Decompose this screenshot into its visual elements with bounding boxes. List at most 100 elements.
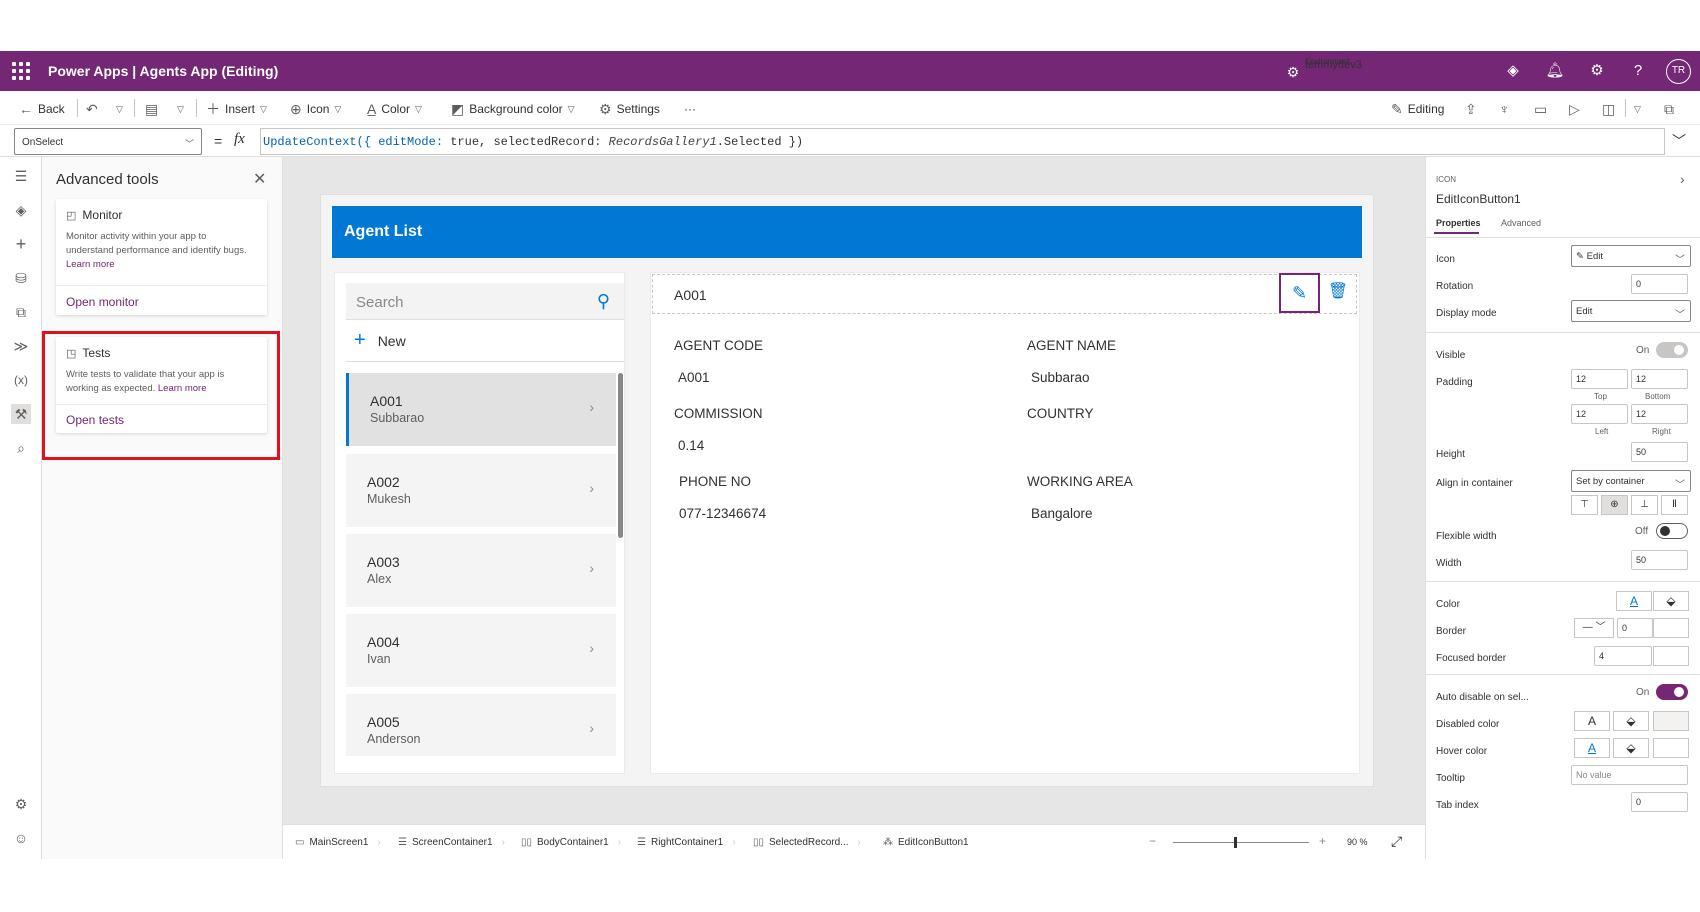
display-mode-dropdown[interactable]: Edit ﹀ — [1571, 300, 1691, 322]
formula-input[interactable]: UpdateContext({ editMode: true, selected… — [260, 128, 1665, 155]
background-color-button[interactable]: ◩ Background color ▽ — [451, 100, 575, 118]
tab-advanced[interactable]: Advanced — [1501, 218, 1541, 228]
breadcrumb-item[interactable]: ☰ RightContainer1 › — [637, 837, 736, 848]
more-button[interactable]: ··· — [684, 100, 696, 118]
preview-button[interactable]: ▷ — [1569, 100, 1580, 118]
list-item[interactable]: A001 Subbarao › — [346, 373, 616, 446]
flexible-width-toggle[interactable] — [1656, 523, 1688, 539]
icon-button[interactable]: ⊕ Icon ▽ — [290, 100, 341, 118]
search-box[interactable]: Search ⚲ — [346, 283, 624, 320]
visible-toggle[interactable] — [1656, 342, 1688, 358]
zoom-out-button[interactable]: − — [1149, 834, 1156, 848]
width-input[interactable]: 50 — [1631, 550, 1688, 570]
app-checker-button[interactable]: ♆ — [1499, 100, 1510, 118]
notifications-icon[interactable]: 🔔︎ — [1545, 61, 1565, 81]
selected-record-header[interactable]: A001 — [652, 274, 1357, 314]
insert-icon[interactable]: + — [11, 234, 31, 254]
padding-right-input[interactable]: 12 — [1631, 404, 1688, 424]
tree-view-icon[interactable]: ◈ — [11, 200, 31, 220]
publish-button[interactable]: ⧉ — [1664, 100, 1674, 118]
list-scrollbar[interactable] — [618, 373, 623, 538]
paste-button[interactable]: ▤ — [145, 100, 158, 118]
property-selector[interactable]: OnSelect ﹀ — [14, 128, 202, 155]
expand-formula-icon[interactable]: ﹀ — [1672, 131, 1686, 151]
comments-button[interactable]: ▭ — [1534, 100, 1547, 118]
user-avatar[interactable]: TR — [1666, 59, 1691, 84]
breadcrumb-item[interactable]: ⁂ EditIconButton1 — [883, 837, 969, 848]
breadcrumb-item[interactable]: ▭ MainScreen1 › — [295, 837, 381, 848]
save-dropdown[interactable]: ▽ — [1634, 100, 1641, 118]
tooltip-input[interactable]: No value — [1571, 765, 1688, 785]
settings-icon[interactable]: ⚙ — [11, 794, 31, 814]
app-launcher-icon[interactable] — [12, 62, 30, 80]
border-style-dropdown[interactable]: — ﹀ — [1574, 618, 1614, 638]
share-button[interactable]: ⇪ — [1465, 100, 1477, 118]
list-item[interactable]: A005 Anderson › — [346, 694, 616, 756]
border-color-swatch[interactable] — [1653, 618, 1689, 638]
zoom-in-button[interactable]: + — [1319, 834, 1326, 848]
virtual-agent-icon[interactable]: ☺ — [11, 828, 31, 848]
settings-gear-icon[interactable]: ⚙ — [1587, 61, 1607, 81]
rotation-input[interactable]: 0 — [1631, 274, 1688, 294]
hover-border-swatch[interactable] — [1653, 738, 1689, 758]
align-bottom-icon[interactable]: ⊥ — [1631, 495, 1658, 515]
border-thickness-input[interactable]: 0 — [1617, 618, 1653, 638]
disabled-fill-icon[interactable]: ⬙ — [1613, 711, 1649, 731]
chevron-right-icon[interactable]: › — [1680, 171, 1685, 187]
close-icon[interactable]: ✕ — [253, 169, 266, 189]
hover-fill-icon[interactable]: ⬙ — [1613, 738, 1649, 758]
auto-disable-toggle[interactable] — [1656, 684, 1688, 700]
save-button[interactable]: ◫ — [1602, 100, 1615, 118]
list-item[interactable]: A002 Mukesh › — [346, 454, 616, 527]
padding-top-input[interactable]: 12 — [1571, 369, 1628, 389]
list-item[interactable]: A004 Ivan › — [346, 614, 616, 687]
breadcrumb-item[interactable]: ☰ ScreenContainer1 › — [398, 837, 505, 848]
monitor-learn-more-link[interactable]: Learn more — [66, 259, 115, 270]
copilot-icon[interactable]: ◈ — [1503, 61, 1523, 81]
focused-border-color-swatch[interactable] — [1653, 646, 1689, 666]
align-top-icon[interactable]: ⊤ — [1571, 495, 1598, 515]
variables-icon[interactable]: (x) — [11, 370, 31, 390]
open-monitor-link[interactable]: Open monitor — [66, 295, 139, 309]
data-icon[interactable]: ⛁ — [11, 268, 31, 288]
new-button[interactable]: + New — [354, 329, 406, 352]
paste-dropdown[interactable]: ▽ — [177, 100, 184, 118]
disabled-font-swatch[interactable]: A — [1574, 711, 1610, 731]
height-input[interactable]: 50 — [1631, 442, 1688, 462]
hamburger-menu-icon[interactable]: ☰ — [11, 166, 31, 186]
editing-button[interactable]: ✎ Editing — [1391, 100, 1444, 118]
zoom-slider[interactable] — [1173, 837, 1309, 848]
align-stretch-icon[interactable]: Ⅱ — [1661, 495, 1688, 515]
advanced-tools-icon[interactable]: ⚒ — [11, 404, 31, 424]
breadcrumb-item[interactable]: ▯▯ BodyContainer1 › — [521, 837, 621, 848]
power-automate-icon[interactable]: ≫ — [11, 336, 31, 356]
search-icon[interactable]: ⌕ — [11, 438, 31, 458]
focused-border-input[interactable]: 4 — [1594, 646, 1652, 666]
padding-bottom-input[interactable]: 12 — [1631, 369, 1688, 389]
media-icon[interactable]: ⧉ — [11, 302, 31, 322]
search-icon[interactable]: ⚲ — [597, 291, 610, 312]
back-button[interactable]: ← Back — [19, 100, 65, 118]
fit-to-window-icon[interactable]: ⤢ — [1391, 833, 1402, 850]
hover-font-swatch[interactable]: A — [1574, 738, 1610, 758]
insert-button[interactable]: ＋ Insert ▽ — [206, 100, 267, 118]
zoom-slider-thumb[interactable] — [1234, 837, 1238, 848]
icon-dropdown[interactable]: ✎ Edit ﹀ — [1571, 245, 1691, 267]
settings-button[interactable]: ⚙ Settings — [599, 100, 660, 118]
color-font-swatch[interactable]: A — [1616, 591, 1652, 611]
padding-left-input[interactable]: 12 — [1571, 404, 1628, 424]
color-button[interactable]: A̲ Color ▽ — [367, 100, 422, 118]
undo-button[interactable]: ↶ — [86, 100, 98, 118]
align-dropdown[interactable]: Set by container ﹀ — [1571, 470, 1691, 492]
help-icon[interactable]: ? — [1628, 61, 1648, 81]
list-item[interactable]: A003 Alex › — [346, 534, 616, 607]
breadcrumb-item[interactable]: ▯▯ SelectedRecord... › — [753, 837, 861, 848]
tab-index-input[interactable]: 0 — [1631, 792, 1688, 812]
disabled-border-swatch[interactable] — [1653, 711, 1689, 731]
delete-button[interactable]: 🗑︎ — [1327, 281, 1349, 305]
color-fill-icon[interactable]: ⬙ — [1653, 591, 1689, 611]
align-center-icon[interactable]: ⊕ — [1601, 495, 1628, 515]
edit-icon-button[interactable]: ✎ — [1279, 273, 1320, 313]
undo-dropdown[interactable]: ▽ — [116, 100, 123, 118]
tab-properties[interactable]: Properties — [1436, 218, 1481, 228]
